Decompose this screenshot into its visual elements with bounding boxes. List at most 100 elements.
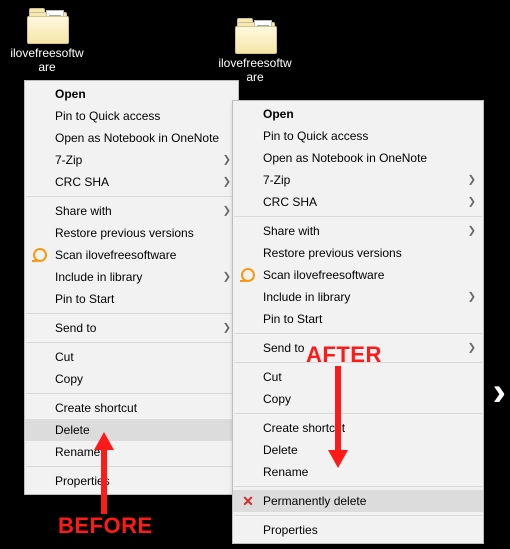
menu-item-scan-ilovefreesoftware[interactable]: Scan ilovefreesoftware	[233, 264, 483, 286]
menu-item-label: Restore previous versions	[55, 226, 194, 240]
menu-separator	[234, 515, 482, 516]
menu-item-open[interactable]: Open	[25, 83, 238, 105]
menu-item-label: Cut	[55, 350, 74, 364]
menu-separator	[26, 342, 237, 343]
menu-item-label: Send to	[55, 321, 96, 335]
menu-separator	[234, 216, 482, 217]
menu-item-crc-sha[interactable]: CRC SHA ❯	[233, 191, 483, 213]
menu-item-label: Include in library	[55, 270, 142, 284]
menu-item-delete[interactable]: Delete	[25, 419, 238, 441]
menu-item-copy[interactable]: Copy	[233, 388, 483, 410]
arrow-after	[328, 366, 348, 468]
menu-item-7-zip[interactable]: 7-Zip ❯	[233, 169, 483, 191]
menu-item-share-with[interactable]: Share with ❯	[25, 200, 238, 222]
menu-item-label: 7-Zip	[55, 153, 82, 167]
folder-icon	[233, 18, 277, 54]
context-menu-before: Open Pin to Quick access Open as Notebook …	[24, 80, 239, 495]
menu-item-7-zip[interactable]: 7-Zip❯	[25, 149, 238, 171]
menu-item-cut[interactable]: Cut	[25, 346, 238, 368]
menu-item-label: Share with	[263, 224, 320, 238]
desktop-folder-left[interactable]: ilovefreesoftware	[8, 8, 86, 74]
menu-item-properties[interactable]: Properties	[25, 470, 238, 492]
menu-item-label: Cut	[263, 370, 282, 384]
menu-separator	[234, 333, 482, 334]
arrow-before	[94, 432, 114, 514]
annotation-after: AFTER	[306, 342, 382, 368]
menu-item-delete[interactable]: Delete	[233, 439, 483, 461]
menu-item-label: Permanently delete	[263, 494, 366, 508]
menu-item-label: Send to	[263, 341, 304, 355]
menu-item-label: Open	[263, 107, 294, 121]
desktop-folder-right[interactable]: ilovefreesoftware	[216, 18, 294, 84]
menu-item-label: Restore previous versions	[263, 246, 402, 260]
chevron-right-icon: ❯	[223, 177, 231, 188]
menu-item-label: Copy	[55, 372, 83, 386]
chevron-right-icon: ❯	[468, 343, 476, 354]
menu-item-label: CRC SHA	[263, 195, 317, 209]
menu-item-rename[interactable]: Rename	[25, 441, 238, 463]
menu-item-include-in-library[interactable]: Include in library ❯	[233, 286, 483, 308]
menu-item-copy[interactable]: Copy	[25, 368, 238, 390]
chevron-right-icon: ❯	[223, 323, 231, 334]
menu-item-label: 7-Zip	[263, 173, 290, 187]
menu-item-label: Properties	[263, 523, 318, 537]
menu-item-label: Create shortcut	[55, 401, 137, 415]
menu-item-label: Delete	[263, 443, 298, 457]
menu-item-label: Copy	[263, 392, 291, 406]
menu-item-label: CRC SHA	[55, 175, 109, 189]
menu-list: Open Pin to Quick access Open as Notebook …	[25, 81, 238, 494]
chevron-right-icon: ❯	[223, 206, 231, 217]
menu-item-label: Pin to Start	[55, 292, 114, 306]
menu-item-crc-sha[interactable]: CRC SHA ❯	[25, 171, 238, 193]
folder-icon	[25, 8, 69, 44]
annotation-before: BEFORE	[58, 513, 153, 539]
chevron-right-icon: ❯	[468, 197, 476, 208]
menu-item-permanently-delete[interactable]: ✕ Permanently delete	[233, 490, 483, 512]
menu-item-send-to[interactable]: Send to ❯	[25, 317, 238, 339]
folder-label: ilovefreesoftware	[8, 46, 86, 74]
menu-item-label: Pin to Quick access	[55, 109, 160, 123]
chevron-right-icon: ❯	[468, 226, 476, 237]
menu-item-include-in-library[interactable]: Include in library ❯	[25, 266, 238, 288]
scan-icon	[240, 267, 256, 283]
menu-item-label: Pin to Start	[263, 312, 322, 326]
chevron-right-icon: ❯	[468, 175, 476, 186]
menu-item-pin-to-start[interactable]: Pin to Start	[25, 288, 238, 310]
menu-item-properties[interactable]: Properties	[233, 519, 483, 541]
menu-separator	[26, 393, 237, 394]
menu-item-label: Open as Notebook in OneNote	[263, 151, 427, 165]
menu-item-label: Scan ilovefreesoftware	[55, 248, 176, 262]
menu-item-share-with[interactable]: Share with ❯	[233, 220, 483, 242]
menu-item-pin-to-quick-access[interactable]: Pin to Quick access	[233, 125, 483, 147]
menu-separator	[26, 196, 237, 197]
menu-item-label: Open as Notebook in OneNote	[55, 131, 219, 145]
menu-item-open-as-notebook-in-onenote[interactable]: Open as Notebook in OneNote	[233, 147, 483, 169]
menu-item-label: Scan ilovefreesoftware	[263, 268, 384, 282]
menu-item-label: Include in library	[263, 290, 350, 304]
context-menu-after: Open Pin to Quick access Open as Notebook …	[232, 100, 484, 544]
menu-item-open[interactable]: Open	[233, 103, 483, 125]
menu-item-restore-previous-versions[interactable]: Restore previous versions	[25, 222, 238, 244]
menu-item-label: Open	[55, 87, 86, 101]
chevron-right-icon: ❯	[223, 272, 231, 283]
menu-item-create-shortcut[interactable]: Create shortcut	[25, 397, 238, 419]
menu-list: Open Pin to Quick access Open as Notebook …	[233, 101, 483, 543]
menu-item-pin-to-quick-access[interactable]: Pin to Quick access	[25, 105, 238, 127]
menu-item-scan-ilovefreesoftware[interactable]: Scan ilovefreesoftware	[25, 244, 238, 266]
background-glyph: ›	[493, 370, 506, 415]
menu-item-label: Pin to Quick access	[263, 129, 368, 143]
menu-item-cut[interactable]: Cut	[233, 366, 483, 388]
menu-item-pin-to-start[interactable]: Pin to Start	[233, 308, 483, 330]
chevron-right-icon: ❯	[468, 292, 476, 303]
menu-item-label: Share with	[55, 204, 112, 218]
menu-item-label: Delete	[55, 423, 90, 437]
menu-item-create-shortcut[interactable]: Create shortcut	[233, 417, 483, 439]
menu-item-rename[interactable]: Rename	[233, 461, 483, 483]
menu-separator	[234, 413, 482, 414]
menu-separator	[26, 466, 237, 467]
menu-item-open-as-notebook-in-onenote[interactable]: Open as Notebook in OneNote	[25, 127, 238, 149]
menu-item-restore-previous-versions[interactable]: Restore previous versions	[233, 242, 483, 264]
scan-icon	[32, 247, 48, 263]
delete-x-icon: ✕	[240, 493, 256, 509]
menu-separator	[26, 313, 237, 314]
